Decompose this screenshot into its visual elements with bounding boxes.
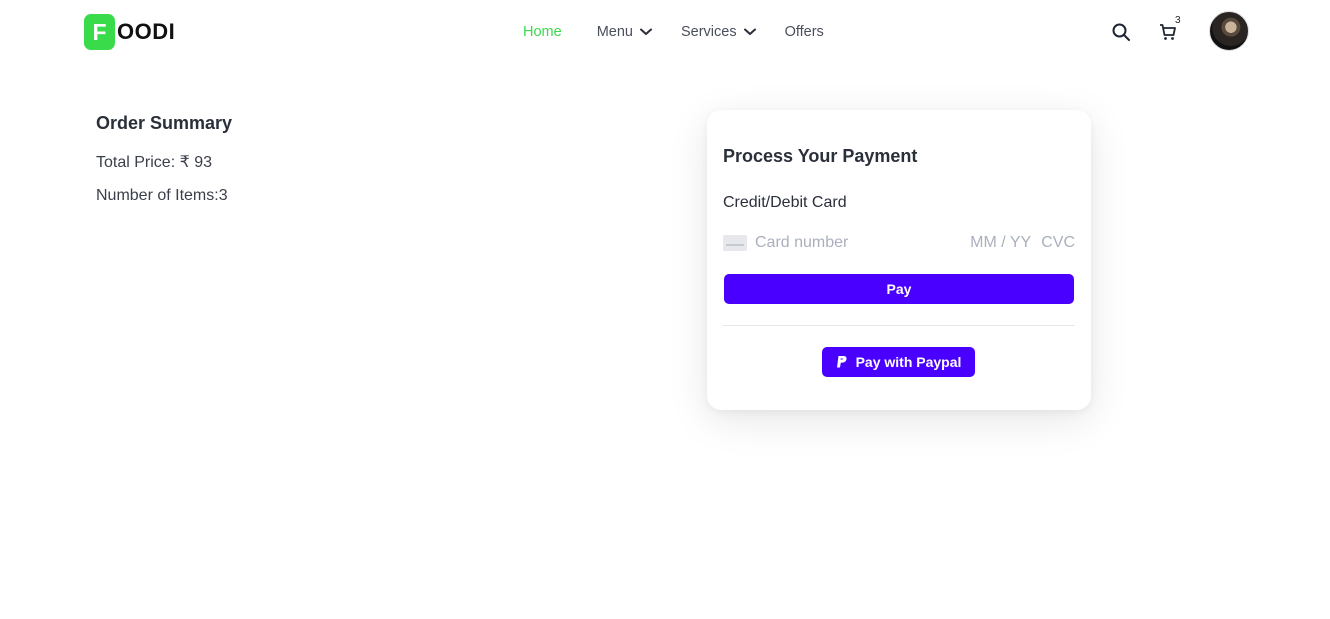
payment-title: Process Your Payment bbox=[723, 146, 918, 166]
cvc-field[interactable]: CVC bbox=[1041, 234, 1075, 252]
nav-services-label: Services bbox=[680, 24, 737, 40]
search-icon[interactable] bbox=[1111, 22, 1131, 42]
card-input[interactable]: Card number MM / YY CVC bbox=[723, 232, 1075, 254]
logo-text: OODI bbox=[117, 19, 176, 44]
chevron-down-icon bbox=[743, 28, 756, 36]
card-label: Credit/Debit Card bbox=[723, 194, 847, 211]
nav-home[interactable]: Home bbox=[523, 24, 562, 40]
number-of-items: Number of Items:3 bbox=[96, 187, 228, 204]
order-summary: Order Summary Total Price: ₹ 93 Number o… bbox=[96, 113, 232, 220]
card-number-field[interactable]: Card number bbox=[755, 234, 970, 252]
nav-offers[interactable]: Offers bbox=[785, 24, 824, 40]
chevron-down-icon bbox=[639, 28, 652, 36]
divider bbox=[723, 325, 1075, 326]
cart-count-badge: 3 bbox=[1175, 15, 1181, 26]
navbar: F OODI Home Menu Services Offers 3 bbox=[0, 0, 1330, 64]
paypal-icon bbox=[836, 355, 848, 369]
total-price: Total Price: ₹ 93 bbox=[96, 154, 213, 171]
logo-badge: F bbox=[84, 14, 115, 50]
main-nav: Home Menu Services Offers bbox=[523, 22, 824, 42]
avatar[interactable] bbox=[1209, 11, 1249, 51]
nav-services[interactable]: Services bbox=[681, 24, 756, 40]
expiry-field[interactable]: MM / YY bbox=[970, 234, 1031, 252]
credit-card-icon bbox=[723, 235, 747, 251]
order-summary-title: Order Summary bbox=[96, 113, 233, 133]
brand-logo[interactable]: F OODI bbox=[84, 14, 175, 50]
pay-button[interactable]: Pay bbox=[724, 274, 1074, 304]
nav-menu-label: Menu bbox=[596, 24, 633, 40]
nav-menu[interactable]: Menu bbox=[597, 24, 652, 40]
paypal-label: Pay with Paypal bbox=[855, 354, 962, 370]
payment-card: Process Your Payment Credit/Debit Card C… bbox=[707, 110, 1091, 410]
paypal-button[interactable]: Pay with Paypal bbox=[822, 347, 975, 377]
